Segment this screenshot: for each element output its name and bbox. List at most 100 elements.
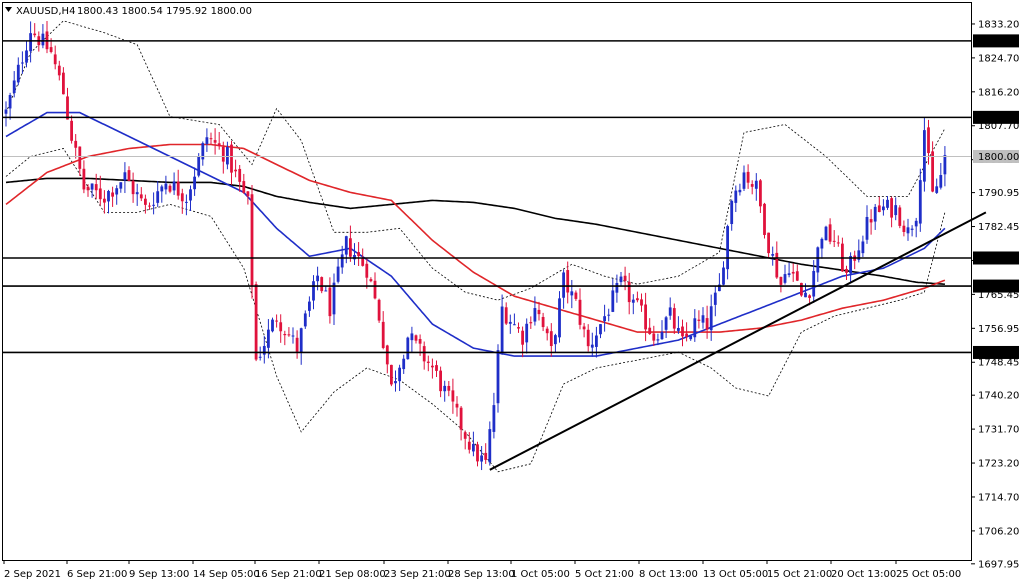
y-tick-label: 1740.20	[978, 391, 1019, 402]
candle	[800, 282, 803, 297]
candle-body	[545, 328, 549, 334]
candle-body	[119, 182, 123, 189]
candle-body	[78, 146, 82, 169]
candle-body	[197, 156, 201, 176]
candle-body	[800, 282, 803, 296]
candle-body	[291, 335, 295, 337]
candle-body	[312, 281, 315, 301]
candle	[390, 364, 393, 387]
candle-body	[804, 292, 807, 298]
candle-body	[607, 314, 611, 316]
candle-body	[640, 299, 643, 306]
candle-body	[385, 345, 389, 365]
candle-body	[238, 168, 242, 182]
candle-body	[898, 207, 902, 226]
candle-body	[246, 191, 250, 197]
candle-body	[340, 254, 344, 268]
candle-body	[787, 273, 791, 276]
candle-body	[283, 334, 287, 336]
candle-body	[103, 198, 106, 203]
candle-body	[664, 317, 668, 330]
candle-body	[890, 198, 893, 218]
candle-body	[160, 186, 164, 192]
candle-body	[648, 327, 652, 335]
candle-body	[357, 252, 360, 257]
candle-body	[447, 385, 451, 391]
candle-body	[406, 337, 410, 360]
candle	[763, 202, 766, 239]
candle-body	[49, 47, 53, 52]
x-tick-label: 8 Oct 13:00	[639, 569, 698, 580]
candle-body	[459, 407, 463, 430]
candle-body	[111, 192, 114, 197]
candle-body	[349, 238, 352, 257]
candle-body	[812, 270, 816, 297]
level-price-label: 1767.53	[978, 282, 1019, 293]
candle-body	[759, 180, 762, 207]
y-tick-label: 1824.70	[978, 53, 1019, 64]
candle-body	[189, 189, 192, 201]
candle-body	[537, 309, 541, 315]
candle-body	[713, 292, 717, 305]
candle-body	[213, 140, 217, 143]
candle-body	[677, 327, 680, 331]
candle	[558, 291, 561, 343]
candle-body	[439, 370, 442, 392]
symbol-label: XAUUSD,H4	[16, 6, 75, 17]
candle-body	[451, 390, 455, 402]
x-tick-label: 14 Sep 05:00	[193, 569, 260, 580]
candle-body	[242, 181, 246, 193]
candle-body	[599, 324, 602, 335]
candle-body	[373, 280, 377, 299]
candle-body	[882, 206, 885, 211]
candle-body	[115, 188, 119, 195]
candle-body	[549, 331, 553, 347]
candle-body	[107, 190, 110, 202]
candle-body	[697, 319, 701, 321]
y-tick-label: 1748.45	[978, 358, 1019, 369]
ohlc-readout: 1800.43 1800.54 1795.92 1800.00	[77, 6, 252, 17]
candle-body	[168, 185, 172, 192]
candle-body	[324, 290, 328, 292]
chart-title: XAUUSD,H4 1800.43 1800.54 1795.92 1800.0…	[5, 6, 252, 17]
candle-body	[410, 333, 414, 341]
candle-body	[894, 205, 898, 216]
candle-body	[414, 335, 418, 341]
candle-body	[771, 254, 775, 256]
candle-body	[562, 272, 565, 298]
y-tick-label: 1790.95	[978, 188, 1019, 199]
candle-body	[865, 216, 869, 240]
candle-body	[873, 206, 877, 222]
candle-body	[148, 205, 151, 207]
y-tick-label: 1697.95	[978, 559, 1019, 570]
candle-body	[558, 298, 561, 338]
candle	[250, 184, 254, 299]
candle-body	[939, 175, 943, 188]
candle-body	[267, 329, 270, 348]
candle-body	[668, 307, 672, 316]
candle-body	[123, 172, 127, 181]
candle-body	[398, 367, 401, 382]
candle-body	[12, 80, 16, 94]
candle-body	[709, 306, 713, 331]
x-tick-label: 5 Oct 21:00	[575, 569, 634, 580]
candle-body	[685, 333, 688, 337]
x-tick-label: 25 Oct 05:00	[896, 569, 961, 580]
candle-body	[734, 190, 738, 203]
candle-body	[652, 333, 656, 341]
candle-body	[832, 240, 836, 242]
candle-body	[914, 220, 918, 227]
candle-body	[619, 276, 623, 283]
candle-body	[783, 274, 787, 283]
candle-body	[135, 192, 139, 195]
x-tick-label: 16 Sep 21:00	[255, 569, 322, 580]
candle-body	[582, 326, 586, 330]
candle-body	[361, 257, 365, 266]
candle-body	[234, 169, 237, 172]
candle-body	[627, 281, 631, 303]
candle-body	[705, 318, 709, 330]
candle-body	[431, 365, 434, 368]
candle-body	[918, 180, 922, 224]
candle-body	[16, 64, 20, 83]
current-price-label: 1800.00	[978, 152, 1019, 163]
